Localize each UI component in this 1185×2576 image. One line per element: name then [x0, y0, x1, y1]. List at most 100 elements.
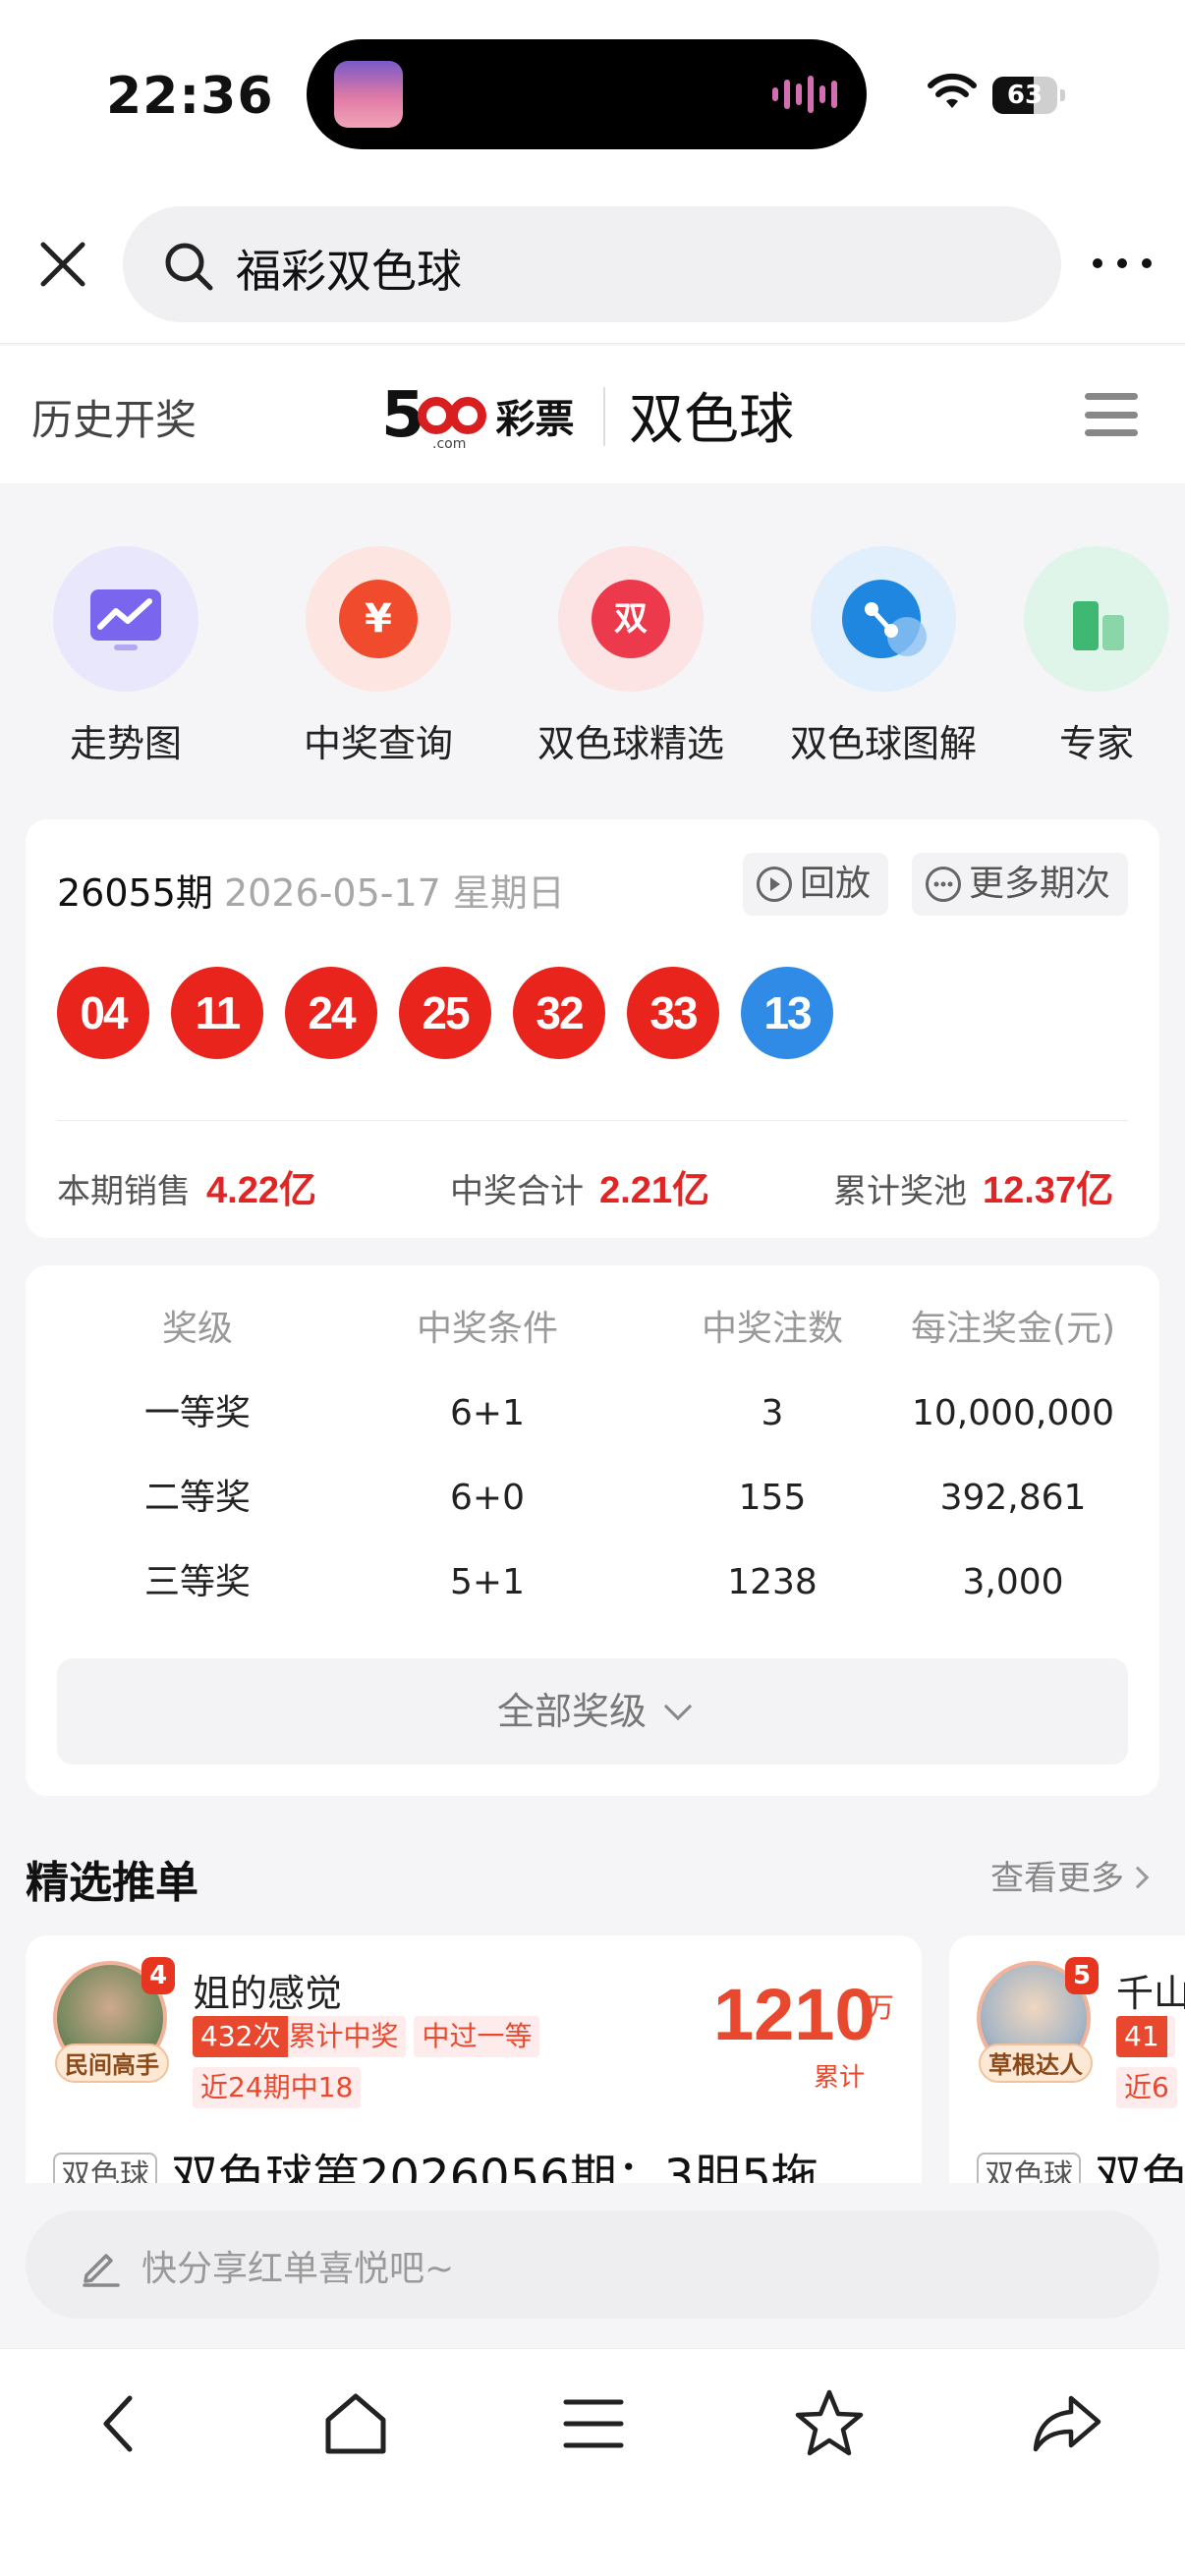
sales-value: 4.22亿 [206, 1170, 316, 1211]
chevron-down-icon [663, 1692, 693, 1721]
share-icon[interactable] [1028, 2384, 1106, 2463]
total-winnings: 1210 [713, 1974, 875, 2055]
red-ball: 11 [171, 967, 263, 1059]
table-cell: 392,861 [939, 1478, 1087, 1518]
total-winnings-label: 累计 [814, 2063, 866, 2093]
quick-link-label: 专家 [1058, 722, 1134, 765]
prize-total-value: 2.21亿 [599, 1170, 709, 1211]
site-header: 历史开奖 5 彩票 .com 双色球 [0, 346, 1185, 483]
table-cell: 10,000,000 [911, 1393, 1115, 1433]
table-cell: 一等奖 [143, 1393, 251, 1433]
quick-link-expert[interactable]: 专家 [998, 546, 1185, 767]
column-header: 中奖注数 [701, 1309, 843, 1349]
column-header: 奖级 [161, 1309, 233, 1349]
share-placeholder: 快分享红单喜悦吧~ [141, 2249, 455, 2289]
close-icon[interactable] [29, 231, 96, 298]
win-count-tag: 432次 累计中奖 [193, 2016, 407, 2057]
back-icon[interactable] [81, 2384, 159, 2463]
all-prize-levels-label: 全部奖级 [496, 1690, 647, 1733]
red-ball: 04 [57, 967, 149, 1059]
page-title: 双色球 [629, 388, 794, 452]
menu-icon[interactable] [1085, 393, 1138, 436]
more-periods-button[interactable]: 更多期次 [912, 853, 1128, 916]
history-draws-link[interactable]: 历史开奖 [31, 387, 197, 447]
column-header: 中奖条件 [416, 1309, 558, 1349]
logo-brand: 彩票 [495, 397, 575, 442]
yuan-search-icon: ¥ [339, 580, 418, 658]
battery-icon: 63 [992, 77, 1065, 114]
all-prize-levels-button[interactable]: 全部奖级 [57, 1658, 1128, 1764]
table-cell: 155 [738, 1478, 807, 1518]
recent-record-tag: 近6 [1116, 2067, 1177, 2108]
sales-stat: 本期销售 4.22亿 [57, 1159, 316, 1213]
red-ball: 25 [399, 967, 491, 1059]
table-cell: 三等奖 [143, 1562, 251, 1602]
replay-button[interactable]: 回放 [743, 853, 888, 916]
battery-level: 63 [1006, 81, 1044, 110]
share-input[interactable]: 快分享红单喜悦吧~ [26, 2211, 1159, 2319]
jackpot-pool-stat: 累计奖池 12.37亿 [833, 1159, 1113, 1213]
more-dots-icon [926, 867, 961, 902]
win-count: 432次 [193, 2016, 289, 2057]
more-periods-label: 更多期次 [969, 864, 1111, 904]
author-name[interactable]: 千山 [1116, 1963, 1185, 2017]
prize-table: 奖级 中奖条件 中奖注数 每注奖金(元) 一等奖 6+1 3 10,000,00… [26, 1265, 1159, 1796]
search-query: 福彩双色球 [236, 245, 462, 298]
table-cell: 5+1 [450, 1562, 525, 1602]
more-options-icon[interactable] [1093, 252, 1152, 275]
shuang-ball-icon: 双 [592, 580, 670, 658]
author-name[interactable]: 姐的感觉 [193, 1963, 342, 2017]
dynamic-island[interactable] [307, 39, 867, 149]
column-header: 每注奖金(元) [910, 1309, 1116, 1349]
red-ball: 24 [285, 967, 377, 1059]
draw-result-card: 26055期 2026-05-17 星期日 回放 更多期次 04 11 24 2… [26, 819, 1159, 1238]
logo-number: 5 [381, 379, 424, 452]
red-ball: 33 [627, 967, 719, 1059]
quick-link-prize-check[interactable]: ¥ 中奖查询 [280, 546, 477, 767]
section-title: 精选推单 [26, 1858, 198, 1908]
author-tags: 41 [1116, 2016, 1183, 2059]
site-logo[interactable]: 5 彩票 .com [381, 379, 575, 452]
tabs-menu-icon[interactable] [554, 2384, 633, 2463]
table-cell: 6+1 [450, 1393, 525, 1433]
home-icon[interactable] [316, 2384, 395, 2463]
play-icon [757, 867, 792, 902]
table-header: 奖级 中奖条件 中奖注数 每注奖金(元) [26, 1295, 1159, 1364]
recent-record-tag: 近24期中18 [193, 2067, 362, 2108]
quick-link-diagram[interactable]: 双色球图解 [785, 546, 982, 767]
quick-links: 走势图 ¥ 中奖查询 双 双色球精选 双色球图解 专家 [0, 531, 1185, 786]
prize-total-stat: 中奖合计 2.21亿 [450, 1159, 709, 1213]
red-ball: 32 [513, 967, 605, 1059]
table-cell: 二等奖 [143, 1478, 251, 1518]
author-tags: 432次 累计中奖 中过一等 [193, 2016, 547, 2059]
divider [57, 1120, 1128, 1121]
search-icon [165, 243, 213, 291]
prize-total-label: 中奖合计 [450, 1172, 584, 1211]
first-prize-tag: 中过一等 [414, 2016, 540, 2057]
table-cell: 1238 [727, 1562, 818, 1602]
pool-label: 累计奖池 [833, 1172, 967, 1211]
browser-toolbar [0, 2348, 1185, 2576]
table-row: 三等奖 5+1 1238 3,000 [26, 1548, 1159, 1617]
bookmark-star-icon[interactable] [790, 2384, 869, 2463]
audio-wave-icon [772, 75, 837, 114]
sales-label: 本期销售 [57, 1172, 191, 1211]
browser-search-bar: 福彩双色球 [0, 187, 1185, 344]
quick-link-label: 中奖查询 [303, 722, 453, 765]
wifi-icon [928, 73, 977, 108]
win-count-tag: 41 [1116, 2016, 1175, 2057]
draw-date: 2026-05-17 星期日 [224, 871, 565, 915]
diagram-icon [842, 580, 927, 658]
win-count: 41 [1116, 2016, 1167, 2057]
quick-link-featured[interactable]: 双 双色球精选 [533, 546, 729, 767]
search-input[interactable]: 福彩双色球 [123, 206, 1061, 322]
quick-link-trend[interactable]: 走势图 [28, 546, 224, 767]
share-bar-container: 快分享红单喜悦吧~ [0, 2183, 1185, 2346]
table-cell: 3 [761, 1393, 784, 1433]
level-badge: 5 [1065, 1957, 1099, 1994]
draw-period: 26055期 [57, 871, 213, 915]
quick-link-label: 双色球图解 [789, 722, 977, 765]
pool-value: 12.37亿 [983, 1170, 1114, 1211]
total-winnings-unit: 万 [867, 1991, 895, 2024]
view-more-link[interactable]: 查看更多 [990, 1851, 1150, 1899]
